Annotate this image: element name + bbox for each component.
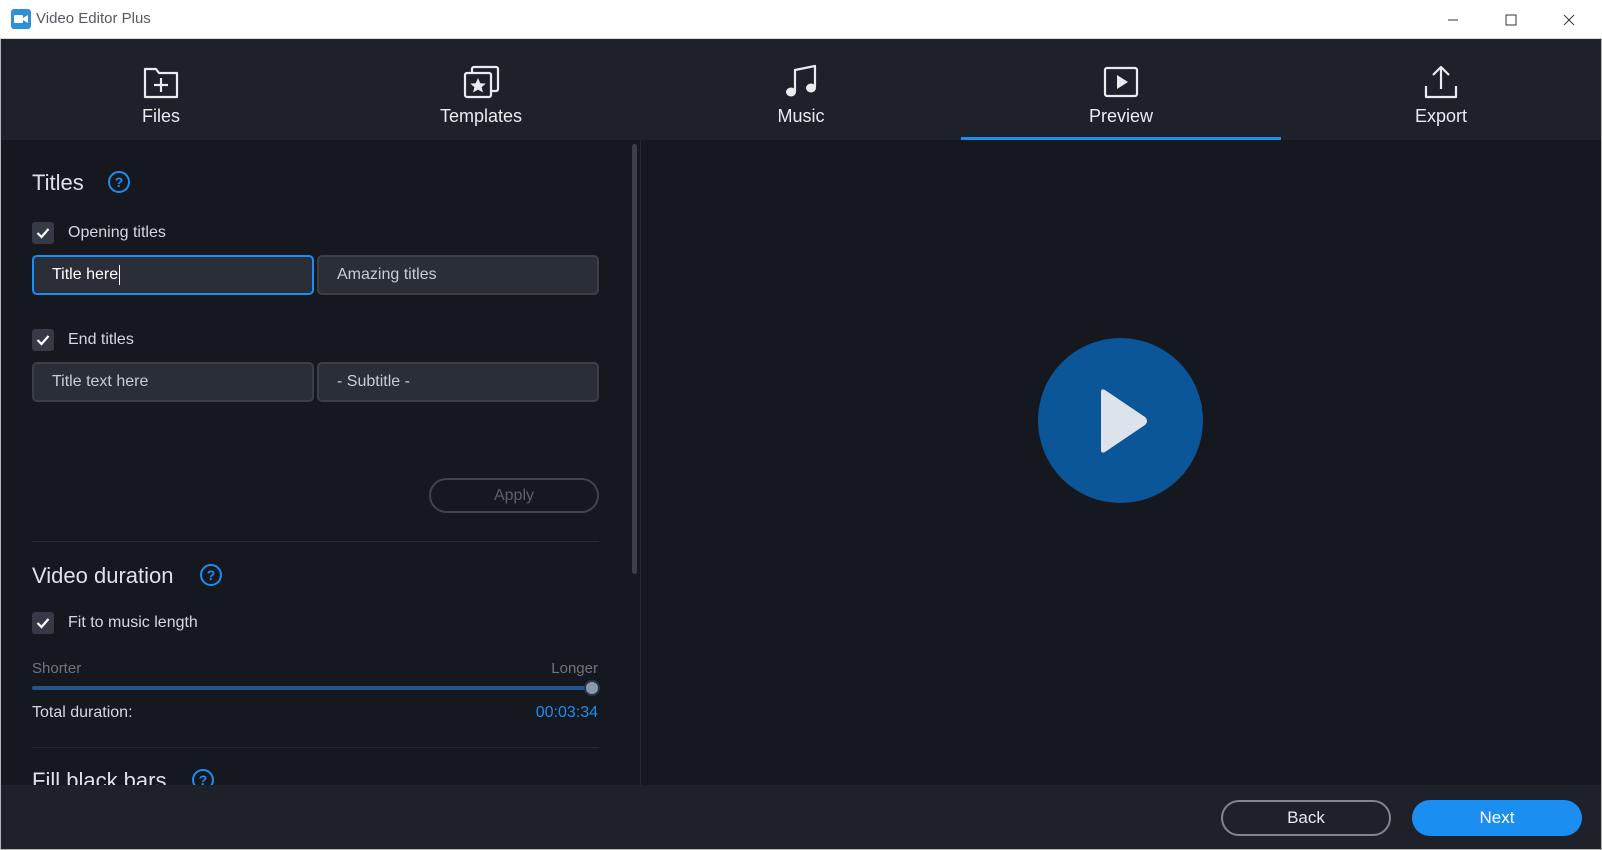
music-note-icon xyxy=(781,64,821,100)
play-box-icon xyxy=(1101,64,1141,100)
app-window: Files Templates Music Preview Export Tit… xyxy=(0,39,1602,850)
close-button[interactable] xyxy=(1546,0,1592,39)
upload-icon xyxy=(1421,64,1461,100)
titles-heading: Titles xyxy=(32,170,84,195)
footer-bar: Back Next xyxy=(1,785,1601,849)
duration-slider-track[interactable] xyxy=(32,686,592,690)
slider-max-label: Longer xyxy=(551,660,598,677)
play-button[interactable] xyxy=(1038,338,1203,503)
preview-area xyxy=(641,140,1601,785)
minimize-button[interactable] xyxy=(1430,0,1476,39)
titles-help-icon[interactable]: ? xyxy=(108,171,130,193)
tab-music-label: Music xyxy=(777,106,825,126)
tab-templates-label: Templates xyxy=(439,106,523,126)
window-title: Video Editor Plus xyxy=(36,10,151,27)
video-duration-heading: Video duration xyxy=(32,563,174,588)
tab-music[interactable]: Music xyxy=(641,39,961,140)
back-button[interactable]: Back xyxy=(1221,800,1391,836)
tab-preview[interactable]: Preview xyxy=(961,39,1281,140)
total-duration-value: 00:03:34 xyxy=(535,704,598,721)
slider-min-label: Shorter xyxy=(32,660,82,677)
video-camera-icon xyxy=(11,9,31,29)
fit-music-checkbox[interactable] xyxy=(32,612,54,634)
apply-button[interactable]: Apply xyxy=(429,478,599,513)
opening-titles-label: Opening titles xyxy=(68,224,166,241)
templates-star-icon xyxy=(461,64,501,100)
fill-help-icon[interactable]: ? xyxy=(192,769,214,785)
maximize-button[interactable] xyxy=(1488,0,1534,39)
checkmark-icon xyxy=(36,335,50,346)
end-subtitle-input[interactable]: - Subtitle - xyxy=(317,362,599,402)
tab-export-label: Export xyxy=(1414,106,1468,126)
panel-scrollbar[interactable] xyxy=(632,144,637,574)
file-add-icon xyxy=(141,64,181,100)
section-divider xyxy=(32,541,599,542)
end-title-input[interactable]: Title text here xyxy=(32,362,314,402)
checkmark-icon xyxy=(36,228,50,239)
tab-export[interactable]: Export xyxy=(1281,39,1601,140)
opening-subtitle-value: Amazing titles xyxy=(337,266,437,283)
opening-subtitle-input[interactable]: Amazing titles xyxy=(317,255,599,295)
section-divider xyxy=(32,747,599,748)
tab-preview-label: Preview xyxy=(1088,106,1154,126)
fill-black-bars-heading: Fill black bars xyxy=(32,768,167,785)
opening-titles-checkbox[interactable] xyxy=(32,222,54,244)
text-caret xyxy=(119,265,121,285)
end-subtitle-value: - Subtitle - xyxy=(337,373,410,390)
play-icon xyxy=(1100,388,1147,453)
next-button[interactable]: Next xyxy=(1412,800,1582,836)
maximize-icon xyxy=(1505,14,1517,25)
minimize-icon xyxy=(1448,19,1458,20)
checkmark-icon xyxy=(36,618,50,629)
end-titles-label: End titles xyxy=(68,331,134,348)
tab-files[interactable]: Files xyxy=(1,39,321,140)
settings-panel: Titles ? Opening titles Title here Amazi… xyxy=(1,140,641,785)
total-duration-label: Total duration: xyxy=(32,704,133,721)
end-title-value: Title text here xyxy=(52,373,149,390)
opening-title-value: Title here xyxy=(52,266,119,283)
duration-help-icon[interactable]: ? xyxy=(200,564,222,586)
tab-templates[interactable]: Templates xyxy=(321,39,641,140)
opening-title-input[interactable]: Title here xyxy=(32,255,314,295)
fit-music-label: Fit to music length xyxy=(68,614,198,631)
tab-files-label: Files xyxy=(141,106,180,126)
top-navigation: Files Templates Music Preview Export xyxy=(1,39,1601,140)
end-titles-checkbox[interactable] xyxy=(32,329,54,351)
duration-slider-handle[interactable] xyxy=(584,680,600,696)
window-titlebar: Video Editor Plus xyxy=(0,0,1602,39)
close-icon xyxy=(1563,14,1575,25)
